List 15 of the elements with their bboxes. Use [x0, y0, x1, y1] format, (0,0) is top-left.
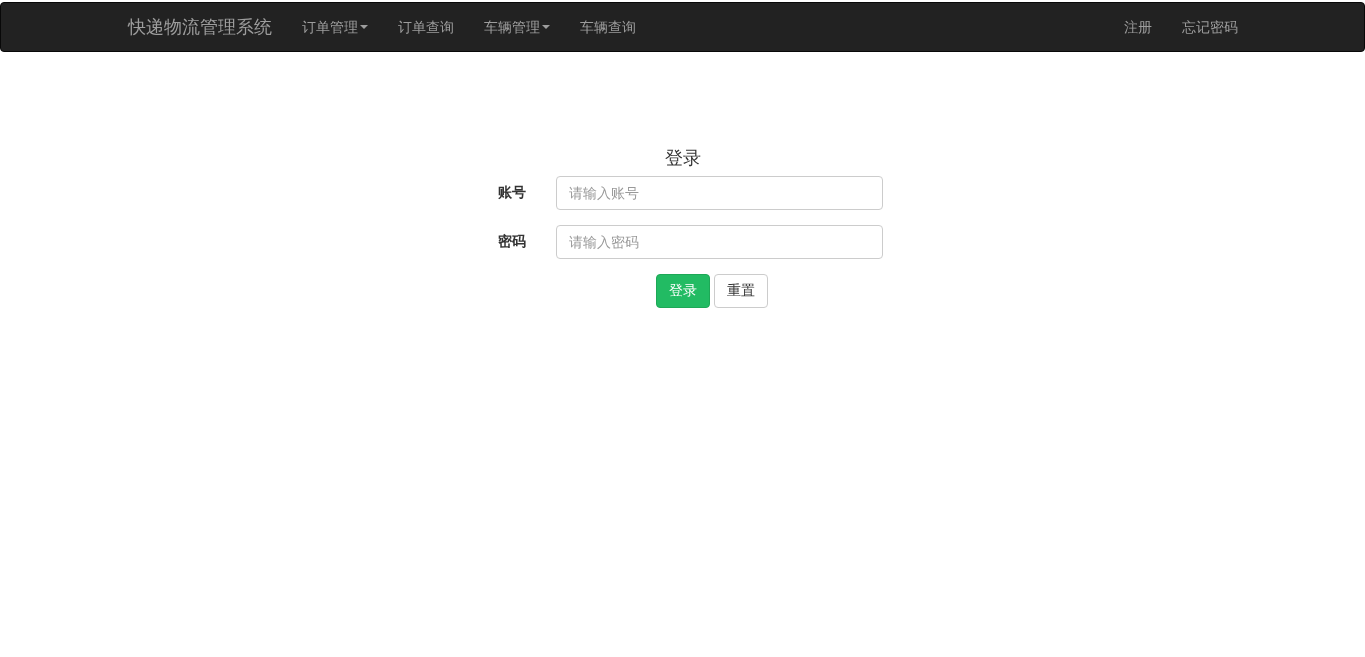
nav-link[interactable]: 注册: [1108, 3, 1167, 51]
caret-icon: [359, 25, 368, 29]
nav-link[interactable]: 车辆查询: [564, 3, 651, 51]
reset-button[interactable]: 重置: [714, 274, 768, 308]
form-title: 登录: [664, 148, 702, 168]
nav-link[interactable]: 订单查询: [382, 3, 469, 51]
dropdown-menu-link[interactable]: 车辆管理: [468, 3, 565, 51]
nav-link[interactable]: 忘记密码: [1166, 3, 1253, 51]
input-field[interactable]: 请输入密码: [555, 225, 883, 259]
caret-icon: [541, 25, 550, 29]
brand-link[interactable]: 快递物流管理系统: [112, 2, 287, 52]
field-label: 账号: [497, 184, 527, 202]
dropdown-menu-link[interactable]: 订单管理: [286, 3, 383, 51]
input-field[interactable]: 请输入账号: [555, 176, 883, 210]
field-label: 密码: [497, 233, 527, 251]
